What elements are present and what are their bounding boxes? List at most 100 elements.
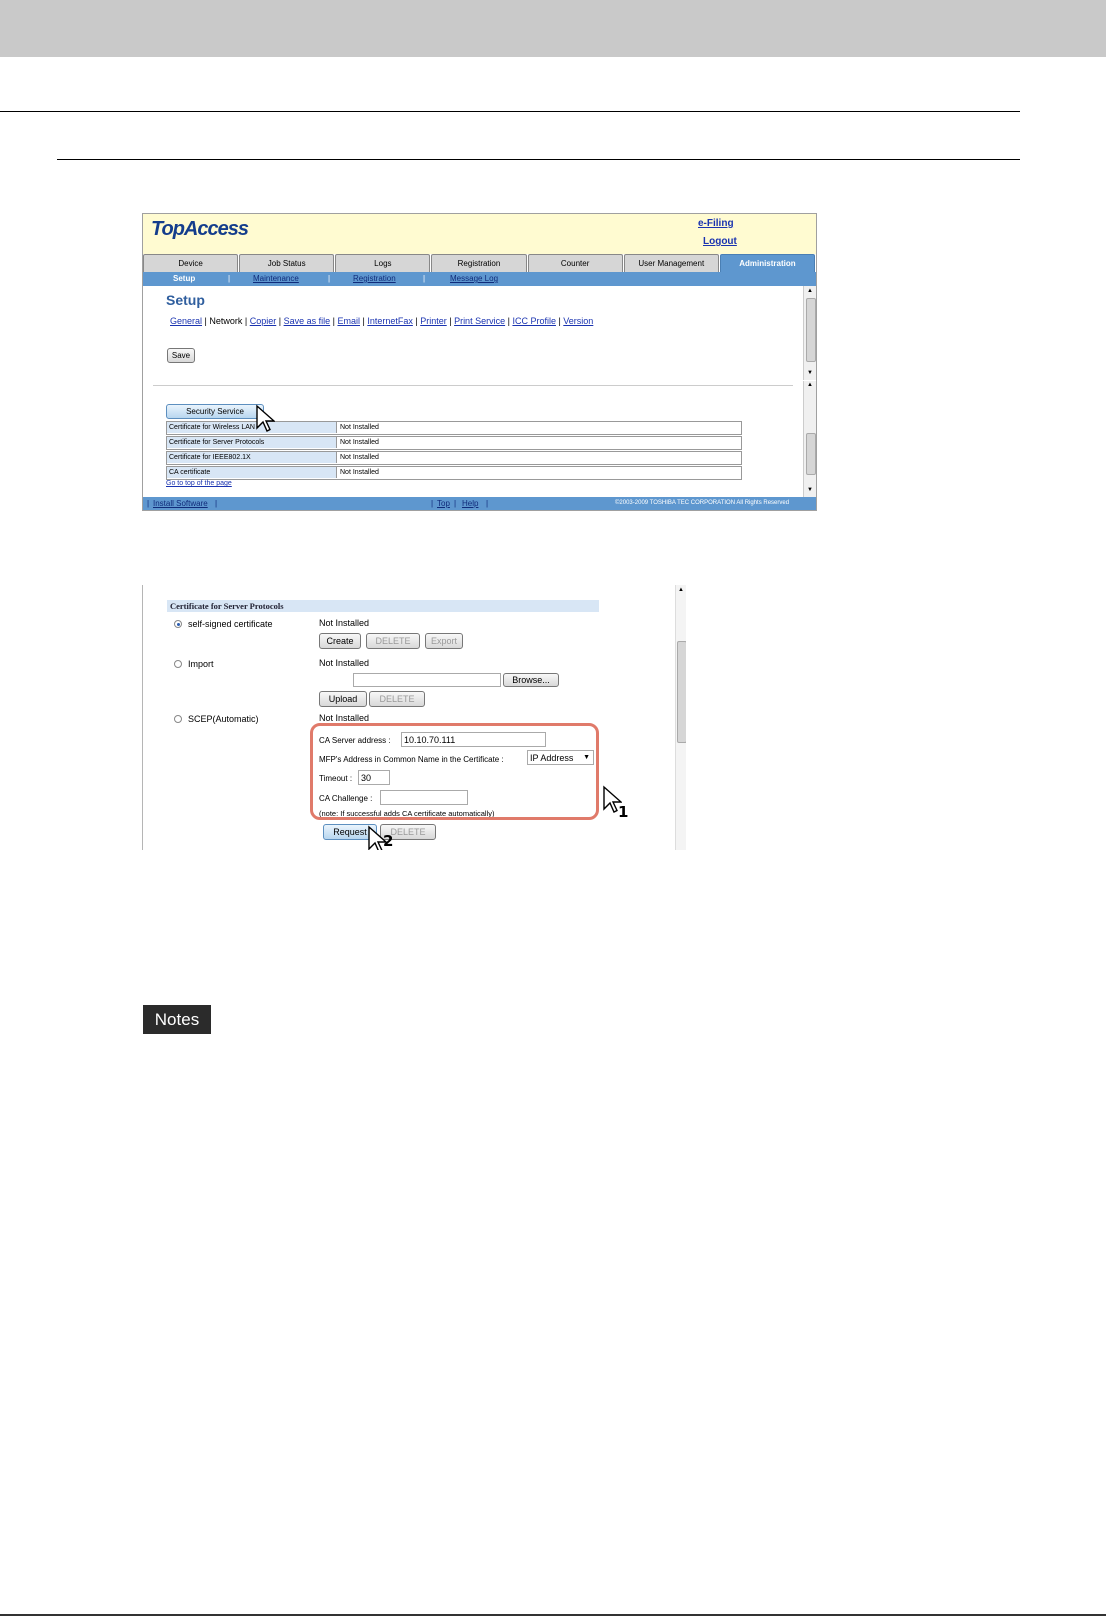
self-signed-label: self-signed certificate <box>188 619 273 629</box>
import-label: Import <box>188 659 214 669</box>
self-signed-radio[interactable] <box>174 620 182 628</box>
tab-logs[interactable]: Logs <box>335 254 431 272</box>
scep-status: Not Installed <box>319 713 370 723</box>
browse-button[interactable]: Browse... <box>503 673 559 687</box>
footer-separator: | <box>147 499 150 508</box>
table-row: Certificate for Server Protocols Not Inst… <box>166 436 742 450</box>
scroll-thumb[interactable] <box>677 641 686 743</box>
scroll-thumb[interactable] <box>806 433 816 475</box>
subnav-message-log[interactable]: Message Log <box>450 274 498 283</box>
subnav-separator: | <box>328 274 331 283</box>
table-row: CA certificate Not Installed <box>166 466 742 480</box>
scroll-down-icon[interactable]: ▼ <box>807 487 813 493</box>
callout-number: 1 <box>618 803 629 821</box>
top-frame-scrollbar[interactable]: ▲ ▼ <box>803 286 816 380</box>
scroll-up-icon[interactable]: ▲ <box>807 382 813 388</box>
tab-device[interactable]: Device <box>143 254 239 272</box>
cert-status: Not Installed <box>340 424 379 431</box>
link-icc-profile[interactable]: ICC Profile <box>512 316 556 326</box>
footer-separator: | <box>215 499 218 508</box>
scep-label: SCEP(Automatic) <box>188 714 259 724</box>
certificate-table: Certificate for Wireless LAN Not Installe… <box>166 421 742 481</box>
link-save-as-file[interactable]: Save as file <box>284 316 331 326</box>
setup-content: Setup General | Network | Copier | Save … <box>143 286 803 499</box>
topaccess-logo: TopAccess <box>151 218 249 240</box>
footer-separator: | <box>486 499 489 508</box>
separator <box>153 385 793 386</box>
mouse-cursor-icon <box>256 404 275 432</box>
section-title: Certificate for Server Protocols <box>167 600 599 612</box>
tab-counter[interactable]: Counter <box>527 254 623 272</box>
table-row: Certificate for IEEE802.1X Not Installed <box>166 451 742 465</box>
cert-name: CA certificate <box>167 467 337 478</box>
link-printer[interactable]: Printer <box>420 316 447 326</box>
help-link[interactable]: Help <box>462 499 478 508</box>
cert-name: Certificate for IEEE802.1X <box>167 452 337 463</box>
copyright-text: ©2003-2009 TOSHIBA TEC CORPORATION All R… <box>615 500 790 506</box>
server-protocol-certificate-screenshot: Certificate for Server Protocols self-si… <box>142 585 686 850</box>
tab-user-management[interactable]: User Management <box>623 254 719 272</box>
save-button[interactable]: Save <box>167 348 195 363</box>
security-service-button[interactable]: Security Service <box>166 404 264 419</box>
divider <box>0 111 1020 112</box>
link-print-service[interactable]: Print Service <box>454 316 505 326</box>
scroll-up-icon[interactable]: ▲ <box>807 288 813 294</box>
sub-navigation: Setup | Maintenance | Registration | Mes… <box>143 272 816 286</box>
footer-separator: | <box>431 499 434 508</box>
delete-button[interactable]: DELETE <box>366 633 420 649</box>
main-tabs: Device Job Status Logs Registration Coun… <box>143 254 816 272</box>
cert-status: Not Installed <box>340 454 379 461</box>
subnav-separator: | <box>228 274 231 283</box>
logout-link[interactable]: Logout <box>703 236 737 247</box>
link-version[interactable]: Version <box>563 316 593 326</box>
frame-scrollbar[interactable]: ▲ <box>675 585 686 850</box>
link-copier[interactable]: Copier <box>250 316 277 326</box>
tab-registration[interactable]: Registration <box>431 254 527 272</box>
tab-administration[interactable]: Administration <box>719 254 815 272</box>
subnav-separator: | <box>423 274 426 283</box>
topaccess-setup-screenshot: TopAccess e-Filing Logout Device Job Sta… <box>142 213 817 511</box>
cert-name: Certificate for Server Protocols <box>167 437 337 448</box>
upload-button[interactable]: Upload <box>319 691 367 707</box>
delete-button[interactable]: DELETE <box>369 691 425 707</box>
link-general[interactable]: General <box>170 316 202 326</box>
subnav-maintenance[interactable]: Maintenance <box>253 274 299 283</box>
go-to-top-link[interactable]: Go to top of the page <box>166 480 232 487</box>
scroll-up-icon[interactable]: ▲ <box>678 587 684 593</box>
efiling-link[interactable]: e-Filing <box>698 218 734 229</box>
cert-status: Not Installed <box>340 469 379 476</box>
self-signed-status: Not Installed <box>319 618 370 628</box>
cert-name: Certificate for Wireless LAN <box>167 422 337 433</box>
setup-links: General | Network | Copier | Save as fil… <box>170 316 594 326</box>
link-email[interactable]: Email <box>337 316 360 326</box>
divider <box>57 159 1020 160</box>
highlight-box <box>310 723 599 820</box>
top-link[interactable]: Top <box>437 499 450 508</box>
page-title: Setup <box>166 292 205 308</box>
scep-radio[interactable] <box>174 715 182 723</box>
app-header: TopAccess e-Filing Logout <box>143 214 816 254</box>
app-footer: | Install Software | | Top | Help | ©200… <box>143 497 816 510</box>
notes-label: Notes <box>143 1005 211 1034</box>
import-radio[interactable] <box>174 660 182 668</box>
import-file-input[interactable] <box>353 673 501 687</box>
link-network: Network <box>209 316 243 326</box>
install-software-link[interactable]: Install Software <box>153 499 208 508</box>
scroll-thumb[interactable] <box>806 298 816 362</box>
frame-border <box>142 585 143 850</box>
tab-job-status[interactable]: Job Status <box>239 254 335 272</box>
footer-separator: | <box>454 499 457 508</box>
import-status: Not Installed <box>319 658 370 668</box>
create-button[interactable]: Create <box>319 633 361 649</box>
link-internetfax[interactable]: InternetFax <box>367 316 413 326</box>
cert-status: Not Installed <box>340 439 379 446</box>
table-row: Certificate for Wireless LAN Not Installe… <box>166 421 742 435</box>
export-button[interactable]: Export <box>425 633 463 649</box>
subnav-setup[interactable]: Setup <box>173 274 195 283</box>
subnav-registration[interactable]: Registration <box>353 274 396 283</box>
page-header-band <box>0 0 1106 57</box>
bottom-frame-scrollbar[interactable]: ▲ ▼ <box>803 381 816 497</box>
footer-rule <box>0 1614 1106 1616</box>
callout-number: 2 <box>383 832 394 850</box>
scroll-down-icon[interactable]: ▼ <box>807 370 813 376</box>
